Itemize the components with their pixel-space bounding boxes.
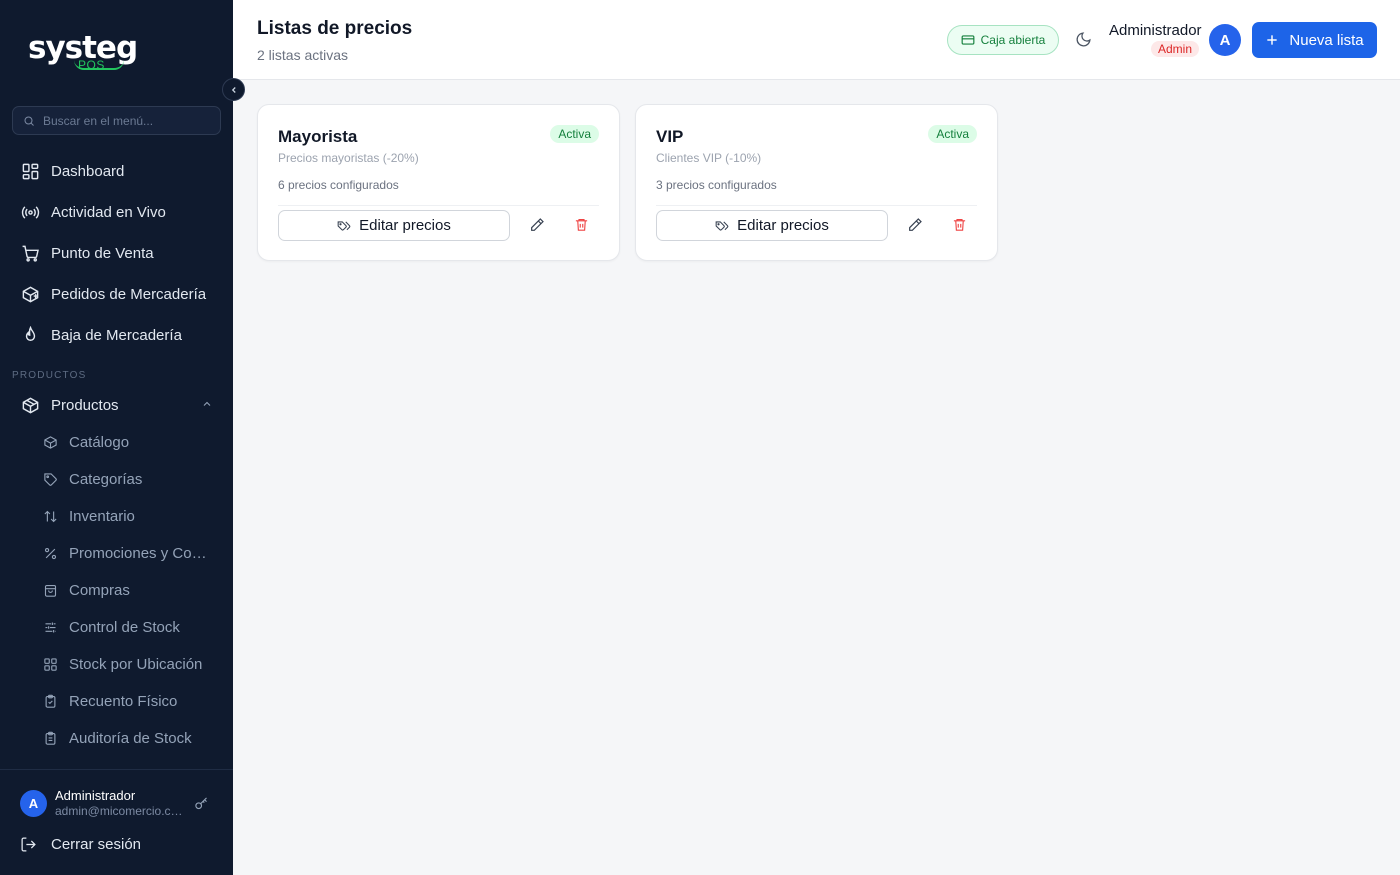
- grid-icon: [42, 656, 58, 672]
- percent-icon: [42, 545, 58, 561]
- broadcast-icon: [20, 202, 40, 222]
- price-count: 6 precios configurados: [278, 178, 399, 192]
- search-input[interactable]: [43, 113, 203, 128]
- plus-icon: [1267, 35, 1278, 45]
- sidebar-subitem-label: Catálogo: [69, 433, 130, 451]
- sidebar-subitem-label: Categorías: [69, 470, 143, 488]
- page-title: Listas de precios: [257, 18, 413, 39]
- key-icon[interactable]: [194, 796, 209, 811]
- status-badge: Activa: [928, 125, 977, 143]
- role-badge: Admin: [1151, 41, 1200, 57]
- edit-prices-label: Editar precios: [359, 217, 451, 234]
- sidebar-item-label: Pedidos de Mercadería: [51, 285, 207, 303]
- dashboard-icon: [20, 161, 40, 181]
- page-subtitle: 2 listas activas: [257, 47, 349, 63]
- new-list-button[interactable]: Nueva lista: [1252, 22, 1377, 58]
- edit-prices-button[interactable]: Editar precios: [656, 210, 888, 241]
- edit-prices-button[interactable]: Editar precios: [278, 210, 510, 241]
- header-user-name: Administrador: [1109, 22, 1202, 39]
- logo-sub: POS: [78, 58, 105, 72]
- clipboard-check-icon: [42, 693, 58, 709]
- user-email: admin@micomercio.com: [55, 804, 183, 818]
- sidebar-group-productos[interactable]: Productos: [12, 387, 221, 423]
- flame-icon: [20, 325, 40, 345]
- tags-icon: [337, 220, 351, 231]
- sidebar-subitem-label: Inventario: [69, 507, 135, 525]
- price-list-description: Precios mayoristas (-20%): [278, 151, 419, 165]
- sidebar-subitem-label: Auditoría de Stock: [69, 729, 192, 747]
- credit-card-icon: [961, 35, 975, 45]
- sidebar-subitem-catalogo[interactable]: Catálogo: [32, 426, 221, 458]
- search-icon: [24, 116, 34, 126]
- sidebar-item-pedidos[interactable]: Pedidos de Mercadería: [12, 276, 221, 312]
- price-list-card: Mayorista Activa Precios mayoristas (-20…: [257, 104, 620, 261]
- pencil-icon[interactable]: [529, 217, 545, 233]
- pencil-icon[interactable]: [907, 217, 923, 233]
- trash-icon[interactable]: [574, 217, 589, 232]
- price-list-card: VIP Activa Clientes VIP (-10%) 3 precios…: [635, 104, 998, 261]
- sidebar-item-label: Baja de Mercadería: [51, 326, 182, 344]
- sidebar-item-dashboard[interactable]: Dashboard: [12, 153, 221, 189]
- cash-status-badge[interactable]: Caja abierta: [947, 25, 1059, 55]
- sidebar-subitem-auditoria[interactable]: Auditoría de Stock: [32, 722, 221, 754]
- cart-icon: [20, 243, 40, 263]
- collapse-sidebar-button[interactable]: [222, 78, 245, 101]
- price-list-name: VIP: [656, 127, 684, 146]
- sidebar-subitem-compras[interactable]: Compras: [32, 574, 221, 606]
- sidebar-subitem-label: Stock por Ubicación: [69, 655, 203, 673]
- card-divider: [278, 205, 599, 206]
- user-name: Administrador: [55, 788, 136, 803]
- sidebar-item-label: Dashboard: [51, 162, 125, 180]
- sidebar-subitem-inventario[interactable]: Inventario: [32, 500, 221, 532]
- sidebar-subitem-recuento[interactable]: Recuento Físico: [32, 685, 221, 717]
- sidebar-subitem-label: Compras: [69, 581, 130, 599]
- clipboard-list-icon: [42, 730, 58, 746]
- shopping-bag-icon: [42, 582, 58, 598]
- edit-prices-label: Editar precios: [737, 217, 829, 234]
- sidebar-subitem-label: Control de Stock: [69, 618, 180, 636]
- avatar: A: [20, 790, 47, 817]
- logo: systeg POS: [28, 30, 148, 74]
- price-count: 3 precios configurados: [656, 178, 777, 192]
- sidebar-subitem-control-stock[interactable]: Control de Stock: [32, 611, 221, 643]
- box-icon: [42, 434, 58, 450]
- sidebar-item-label: Punto de Venta: [51, 244, 154, 262]
- sidebar-subitem-label: Promociones y Combos: [69, 544, 214, 562]
- status-badge: Activa: [550, 125, 599, 143]
- logout-button[interactable]: Cerrar sesión: [20, 836, 141, 853]
- sidebar-subitem-promociones[interactable]: Promociones y Combos: [32, 537, 221, 569]
- price-list-name: Mayorista: [278, 127, 358, 146]
- menu-search[interactable]: [12, 106, 221, 135]
- sliders-icon: [42, 619, 58, 635]
- sidebar-subitem-categorias[interactable]: Categorías: [32, 463, 221, 495]
- sidebar-subitem-stock-ubicacion[interactable]: Stock por Ubicación: [32, 648, 221, 680]
- box-icon: [20, 395, 40, 415]
- moon-icon[interactable]: [1075, 31, 1092, 48]
- logout-icon: [21, 837, 36, 852]
- section-label-productos: PRODUCTOS: [12, 370, 87, 381]
- trash-icon[interactable]: [952, 217, 967, 232]
- sidebar-item-actividad[interactable]: Actividad en Vivo: [12, 194, 221, 230]
- sidebar-footer: A Administrador admin@micomercio.com Cer…: [0, 769, 233, 875]
- sort-arrows-icon: [42, 508, 58, 524]
- page-header: Listas de precios 2 listas activas Caja …: [233, 0, 1400, 80]
- tags-icon: [715, 220, 729, 231]
- tag-icon: [42, 471, 58, 487]
- sidebar-item-punto-de-venta[interactable]: Punto de Venta: [12, 235, 221, 271]
- sidebar-subitem-label: Recuento Físico: [69, 692, 178, 710]
- logout-label: Cerrar sesión: [51, 836, 142, 853]
- cash-status-label: Caja abierta: [980, 33, 1046, 47]
- card-divider: [656, 205, 977, 206]
- sidebar-item-label: Actividad en Vivo: [51, 203, 166, 221]
- price-list-description: Clientes VIP (-10%): [656, 151, 762, 165]
- header-avatar[interactable]: A: [1209, 24, 1241, 56]
- sidebar-item-baja[interactable]: Baja de Mercadería: [12, 317, 221, 353]
- chevron-up-icon: [203, 401, 211, 406]
- sidebar: systeg POS Dashboard Actividad en Vivo P…: [0, 0, 233, 875]
- new-list-label: Nueva lista: [1289, 31, 1364, 49]
- chevron-left-icon: [231, 86, 236, 93]
- sidebar-item-label: Productos: [51, 396, 119, 414]
- package-icon: [20, 284, 40, 304]
